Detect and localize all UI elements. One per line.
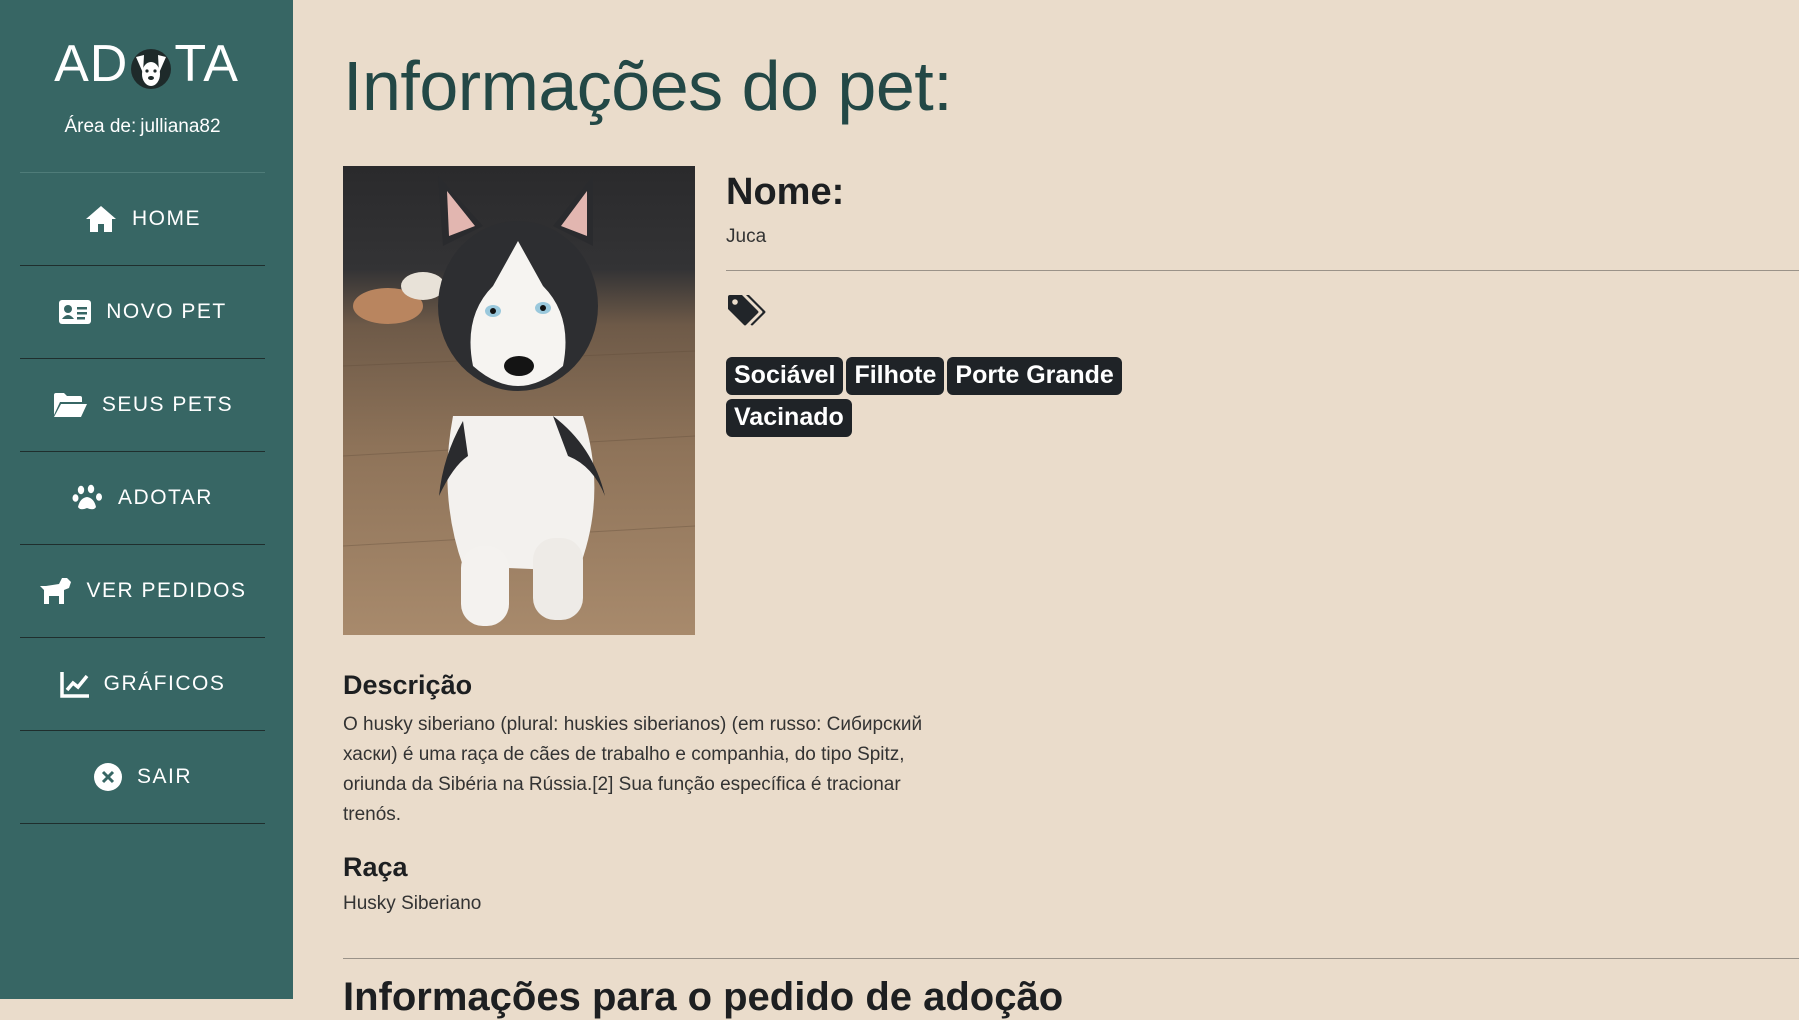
sidebar-item-label: NOVO PET <box>106 300 227 323</box>
page-title: Informações do pet: <box>343 47 953 125</box>
sidebar-item-label: GRÁFICOS <box>103 672 226 695</box>
pet-photo <box>343 166 695 635</box>
sidebar-item-novo-pet[interactable]: NOVO PET <box>20 266 265 359</box>
home-icon <box>86 206 116 232</box>
description-label: Descrição <box>343 670 473 700</box>
paw-icon <box>72 484 103 510</box>
chart-line-icon <box>59 672 89 698</box>
sidebar-item-adotar[interactable]: ADOTAR <box>20 452 265 545</box>
breed-value: Husky Siberiano <box>343 893 482 914</box>
sidebar-item-label: SEUS PETS <box>101 393 234 416</box>
tag-list: Sociável Filhote Porte Grande Vacinado <box>726 357 1146 441</box>
description-text: O husky siberiano (plural: huskies siber… <box>343 714 923 825</box>
dog-icon <box>40 578 72 604</box>
folder-open-icon <box>53 393 87 417</box>
sidebar-item-sair[interactable]: SAIR <box>20 731 265 824</box>
sidebar-item-ver-pedidos[interactable]: VER PEDIDOS <box>20 545 265 638</box>
tag-badge: Vacinado <box>726 399 852 437</box>
adoption-section-title: Informações para o pedido de adoção <box>343 975 1064 1019</box>
sidebar-item-label: ADOTAR <box>118 486 213 509</box>
sidebar-item-seus-pets[interactable]: SEUS PETS <box>20 359 265 452</box>
tag-badge: Filhote <box>846 357 945 395</box>
tags-icon <box>728 295 766 326</box>
name-value: Juca <box>726 226 767 247</box>
username: julliana82 <box>140 116 221 137</box>
name-label: Nome: <box>726 171 845 213</box>
pet-info: Nome: Juca Sociável Filhote Porte Grande Va… <box>726 170 1799 441</box>
logo-text-right: TA <box>174 35 239 93</box>
sidebar-item-label: HOME <box>132 207 201 230</box>
sidebar-item-label: VER PEDIDOS <box>86 579 247 602</box>
dog-face-logo-icon <box>129 44 173 89</box>
tag-badge: Porte Grande <box>947 357 1122 395</box>
close-circle-icon <box>93 763 122 791</box>
sidebar-nav: HOME NOVO PET SEUS PETS ADOTAR VER PEDID… <box>20 172 265 824</box>
divider <box>726 270 1799 271</box>
logo-text-left: AD <box>54 35 129 93</box>
area-label: Área de: <box>64 116 137 137</box>
divider <box>343 958 1799 959</box>
user-area: Área de: julliana82 <box>0 116 285 138</box>
sidebar-item-graficos[interactable]: GRÁFICOS <box>20 638 265 731</box>
sidebar-item-label: SAIR <box>136 765 192 788</box>
sidebar-item-home[interactable]: HOME <box>20 173 265 266</box>
app-logo[interactable]: AD TA <box>0 34 293 94</box>
tag-badge: Sociável <box>726 357 844 395</box>
breed-label: Raça <box>343 852 408 882</box>
sidebar: AD TA Área de: julliana82 HOME NOVO PET SE… <box>0 0 293 999</box>
id-card-icon <box>59 300 92 324</box>
